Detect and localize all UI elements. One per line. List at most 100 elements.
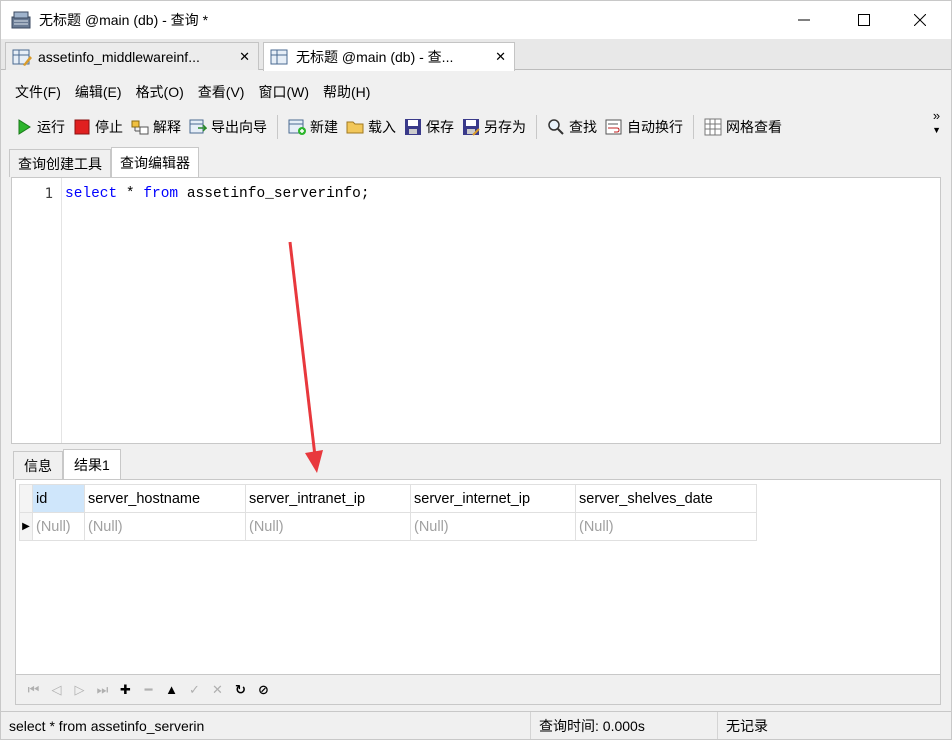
line-number: 1	[44, 186, 53, 202]
tab-query[interactable]: 无标题 @main (db) - 查... ✕	[263, 42, 515, 71]
add-record-icon[interactable]: ✚	[114, 679, 137, 701]
toolbar: 运行 停止 解释 导出向导 新建 载入 保存 另存为 查找 自动换行 网格查看 …	[1, 109, 951, 145]
refresh-icon[interactable]: ↻	[229, 679, 252, 701]
menu-bar: 文件(F) 编辑(E) 格式(O) 查看(V) 窗口(W) 帮助(H)	[1, 77, 951, 107]
grid-view-button[interactable]: 网格查看	[700, 113, 786, 141]
explain-icon	[131, 120, 149, 135]
apply-changes-icon[interactable]: ✓	[183, 679, 206, 701]
close-tab-icon[interactable]: ✕	[495, 49, 506, 65]
new-button[interactable]: 新建	[284, 113, 342, 141]
chevron-double-right-icon: »	[932, 108, 941, 123]
run-label: 运行	[37, 119, 65, 135]
new-label: 新建	[310, 119, 338, 135]
code-star: *	[117, 186, 144, 202]
next-record-icon[interactable]: ▷	[68, 679, 91, 701]
menu-view[interactable]: 查看(V)	[191, 82, 252, 102]
table-row[interactable]: ▶ (Null) (Null) (Null) (Null) (Null)	[19, 512, 757, 541]
search-icon	[548, 119, 564, 135]
tab-label: assetinfo_middlewareinf...	[38, 48, 200, 65]
column-header-id[interactable]: id	[32, 484, 85, 513]
save-as-icon	[463, 119, 480, 136]
tab-query-builder[interactable]: 查询创建工具	[9, 149, 111, 177]
maximize-icon	[858, 14, 870, 26]
column-header-server-hostname[interactable]: server_hostname	[84, 484, 246, 513]
save-icon	[405, 119, 421, 135]
table-cell[interactable]: (Null)	[410, 512, 576, 541]
menu-file[interactable]: 文件(F)	[8, 82, 68, 102]
close-icon	[914, 14, 926, 26]
table-header-row: id server_hostname server_intranet_ip se…	[19, 484, 757, 513]
toolbar-overflow-button[interactable]: » ▼	[932, 109, 941, 137]
minimize-button[interactable]	[781, 1, 827, 39]
menu-window[interactable]: 窗口(W)	[251, 82, 316, 102]
sql-editor[interactable]: 1 select * from assetinfo_serverinfo;	[11, 177, 941, 444]
stop-query-icon[interactable]: ⊘	[252, 679, 275, 701]
minimize-icon	[798, 19, 810, 21]
tab-query-editor[interactable]: 查询编辑器	[111, 147, 199, 177]
close-button[interactable]	[897, 1, 943, 39]
menu-format[interactable]: 格式(O)	[129, 82, 191, 102]
result-grid[interactable]: id server_hostname server_intranet_ip se…	[15, 479, 941, 675]
table-icon	[12, 49, 32, 66]
menu-edit[interactable]: 编辑(E)	[68, 82, 129, 102]
run-button[interactable]: 运行	[11, 113, 69, 141]
grid-view-label: 网格查看	[726, 119, 782, 135]
new-query-icon	[288, 119, 306, 135]
delete-record-icon[interactable]: ━	[137, 679, 160, 701]
chevron-down-icon: ▼	[932, 125, 941, 135]
save-label: 保存	[426, 119, 454, 135]
move-up-icon[interactable]: ▲	[160, 679, 183, 701]
stop-button[interactable]: 停止	[69, 113, 127, 141]
status-sql: select * from assetinfo_serverin	[1, 712, 531, 739]
keyword-from: from	[143, 186, 179, 202]
table-cell[interactable]: (Null)	[32, 512, 85, 541]
last-record-icon[interactable]: ⏭	[91, 679, 114, 701]
status-bar: select * from assetinfo_serverin 查询时间: 0…	[1, 711, 951, 739]
tab-info[interactable]: 信息	[13, 451, 63, 479]
export-wizard-button[interactable]: 导出向导	[185, 113, 271, 141]
toolbar-divider	[277, 115, 278, 139]
table-cell[interactable]: (Null)	[84, 512, 246, 541]
result-tabs: 信息 结果1	[13, 449, 121, 479]
save-button[interactable]: 保存	[400, 113, 458, 141]
status-query-time: 查询时间: 0.000s	[531, 712, 718, 739]
word-wrap-button[interactable]: 自动换行	[601, 113, 687, 141]
record-navigation-bar: ⏮ ◁ ▷ ⏭ ✚ ━ ▲ ✓ ✕ ↻ ⊘	[15, 675, 941, 705]
tab-middleware[interactable]: assetinfo_middlewareinf... ✕	[5, 42, 259, 70]
save-as-button[interactable]: 另存为	[458, 113, 530, 141]
result-table: id server_hostname server_intranet_ip se…	[19, 484, 757, 541]
save-as-label: 另存为	[484, 119, 526, 135]
query-icon	[270, 49, 288, 65]
previous-record-icon[interactable]: ◁	[45, 679, 68, 701]
discard-changes-icon[interactable]: ✕	[206, 679, 229, 701]
document-tabs: assetinfo_middlewareinf... ✕ 无标题 @main (…	[1, 39, 951, 71]
explain-label: 解释	[153, 119, 181, 135]
export-label: 导出向导	[211, 119, 267, 135]
toolbar-divider	[536, 115, 537, 139]
find-button[interactable]: 查找	[543, 113, 601, 141]
play-icon	[18, 119, 31, 135]
table-cell[interactable]: (Null)	[575, 512, 757, 541]
load-button[interactable]: 载入	[342, 113, 400, 141]
app-window: 无标题 @main (db) - 查询 * assetinfo_middlewa…	[0, 0, 952, 740]
stop-icon	[74, 119, 90, 135]
menu-help[interactable]: 帮助(H)	[316, 82, 377, 102]
table-cell[interactable]: (Null)	[245, 512, 411, 541]
tab-result-1[interactable]: 结果1	[63, 449, 121, 479]
find-label: 查找	[569, 119, 597, 135]
maximize-button[interactable]	[841, 1, 887, 39]
first-record-icon[interactable]: ⏮	[22, 679, 45, 701]
sql-code-line[interactable]: select * from assetinfo_serverinfo;	[65, 186, 370, 202]
current-row-indicator-icon: ▶	[19, 512, 33, 541]
close-tab-icon[interactable]: ✕	[239, 49, 250, 65]
window-title: 无标题 @main (db) - 查询 *	[39, 12, 209, 28]
line-gutter: 1	[12, 178, 62, 443]
title-bar[interactable]: 无标题 @main (db) - 查询 *	[1, 1, 951, 39]
column-header-server-intranet-ip[interactable]: server_intranet_ip	[245, 484, 411, 513]
column-header-server-internet-ip[interactable]: server_internet_ip	[410, 484, 576, 513]
column-header-server-shelves-date[interactable]: server_shelves_date	[575, 484, 757, 513]
status-record-count: 无记录	[726, 717, 768, 734]
keyword-select: select	[65, 186, 118, 202]
explain-button[interactable]: 解释	[127, 113, 185, 141]
tab-label: 无标题 @main (db) - 查...	[296, 49, 454, 65]
